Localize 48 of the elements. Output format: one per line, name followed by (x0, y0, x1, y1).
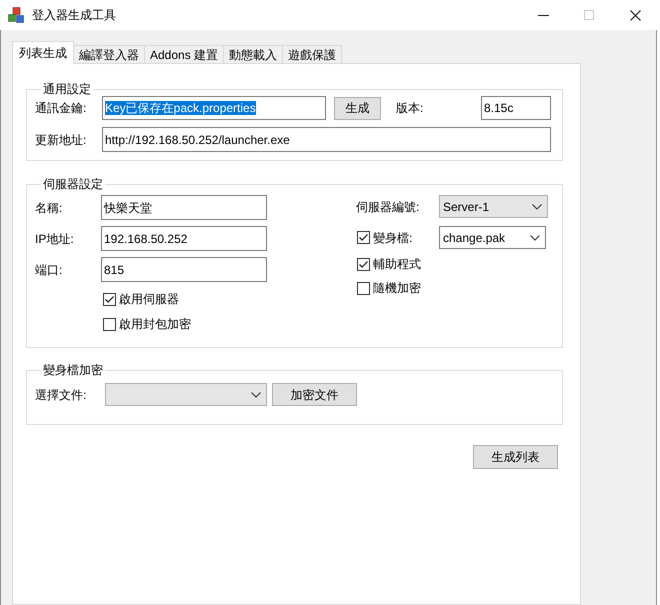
maximize-icon (584, 10, 594, 20)
dropdown[interactable]: change.pak (439, 226, 546, 249)
field-label: 版本: (396, 101, 424, 115)
checkmark-icon (359, 234, 368, 241)
field-label: IP地址: (35, 232, 75, 246)
push-button[interactable]: 生成列表 (473, 445, 558, 469)
checkbox[interactable] (357, 282, 370, 294)
field-label: 更新地址: (35, 132, 88, 146)
tab[interactable]: 遊戲保護 (282, 45, 342, 63)
checkmark-icon (359, 260, 368, 268)
text-field[interactable]: 8.15c (481, 96, 551, 120)
tab[interactable]: 列表生成 (12, 41, 74, 64)
chevron-down-icon (530, 234, 540, 240)
dropdown[interactable]: Server-1 (439, 195, 548, 218)
minimize-icon (538, 14, 548, 16)
group-title: 通用設定 (42, 82, 92, 96)
push-button[interactable]: 生成 (334, 96, 381, 120)
text-field[interactable]: 192.168.50.252 (101, 226, 267, 251)
field-label: 名稱: (35, 200, 64, 214)
close-icon (630, 10, 640, 20)
tab[interactable]: Addons 建置 (144, 45, 224, 63)
checkbox-label[interactable]: 啟用伺服器 (119, 292, 179, 306)
field-label: 通訊金鑰: (35, 101, 88, 115)
field-label: 選擇文件: (35, 388, 88, 402)
checkbox-label[interactable]: 啟用封包加密 (119, 317, 191, 331)
checkbox[interactable] (357, 231, 370, 244)
field-label: 端口: (35, 262, 64, 276)
text-field[interactable]: http://192.168.50.252/launcher.exe (102, 127, 551, 152)
checkbox[interactable] (103, 318, 116, 330)
group-title: 伺服器設定 (42, 177, 104, 191)
push-button[interactable]: 加密文件 (272, 383, 357, 406)
group-title: 變身檔加密 (42, 363, 104, 377)
text-field[interactable]: 815 (101, 257, 267, 282)
checkbox-label[interactable]: 隨機加密 (373, 281, 421, 295)
checkmark-icon (105, 296, 114, 302)
text-field[interactable]: Key已保存在pack.properties (102, 96, 326, 120)
checkbox[interactable] (357, 258, 370, 270)
chevron-down-icon (251, 392, 261, 398)
window-title: 登入器生成工具 (32, 8, 116, 22)
cubes-icon (8, 7, 24, 23)
chevron-down-icon (532, 204, 542, 210)
checkbox[interactable] (103, 292, 116, 306)
field-label: 伺服器編號: (356, 200, 420, 214)
checkbox-label[interactable]: 變身檔: (373, 230, 412, 244)
checkbox-label[interactable]: 輔助程式 (373, 257, 421, 271)
tab[interactable]: 動態載入 (223, 45, 284, 63)
tab[interactable]: 編譯登入器 (73, 45, 145, 63)
text-field[interactable]: 快樂天堂 (101, 195, 267, 220)
